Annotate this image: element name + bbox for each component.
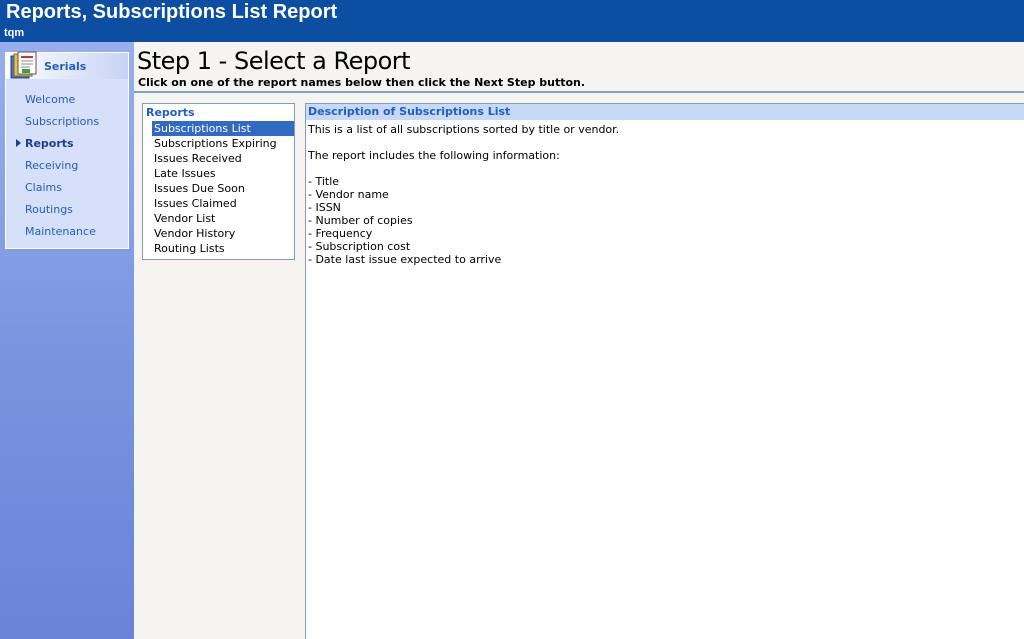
window-title: Reports, Subscriptions List Report	[6, 1, 338, 23]
active-arrow-icon	[16, 139, 21, 147]
description-field: - Frequency	[308, 227, 373, 240]
report-item-issues-received[interactable]: Issues Received	[152, 151, 294, 166]
report-item-vendor-history[interactable]: Vendor History	[152, 226, 294, 241]
description-field: - ISSN	[308, 201, 341, 214]
report-item-late-issues[interactable]: Late Issues	[152, 166, 294, 181]
sidebar: Serials Welcome Subscriptions Reports Re…	[0, 42, 134, 639]
description-header: Description of Subscriptions List	[306, 104, 1024, 120]
user-name: tqm	[4, 27, 25, 39]
report-item-issues-due-soon[interactable]: Issues Due Soon	[152, 181, 294, 196]
description-intro: This is a list of all subscriptions sort…	[308, 123, 620, 136]
serials-label: Serials	[44, 60, 87, 73]
sidebar-item-label: Reports	[25, 137, 74, 150]
report-item-issues-claimed[interactable]: Issues Claimed	[152, 196, 294, 211]
report-item-subscriptions-list[interactable]: Subscriptions List	[152, 121, 294, 136]
sidebar-item-reports[interactable]: Reports	[6, 137, 128, 159]
report-item-subscriptions-expiring[interactable]: Subscriptions Expiring	[152, 136, 294, 151]
page-title: Step 1 - Select a Report	[137, 47, 411, 75]
reports-header: Reports	[146, 106, 195, 119]
serials-icon	[10, 51, 37, 79]
description-field: - Vendor name	[308, 188, 389, 201]
instructions-text: Click on one of the report names below t…	[138, 76, 586, 89]
serials-panel: Serials Welcome Subscriptions Reports Re…	[5, 51, 129, 249]
sidebar-item-label: Claims	[25, 181, 62, 194]
report-item-vendor-list[interactable]: Vendor List	[152, 211, 294, 226]
description-field: - Title	[308, 175, 340, 188]
header-divider	[134, 91, 1024, 93]
sidebar-item-label: Subscriptions	[25, 115, 100, 128]
main-content: Step 1 - Select a Report Click on one of…	[134, 42, 1024, 639]
sidebar-item-claims[interactable]: Claims	[6, 181, 128, 203]
sidebar-item-welcome[interactable]: Welcome	[6, 93, 128, 115]
description-field: - Date last issue expected to arrive	[308, 253, 502, 266]
sidebar-item-subscriptions[interactable]: Subscriptions	[6, 115, 128, 137]
description-includes: The report includes the following inform…	[308, 149, 560, 162]
reports-listbox[interactable]: Reports Subscriptions List Subscriptions…	[142, 103, 295, 260]
description-panel: Description of Subscriptions List This i…	[305, 103, 1024, 639]
sidebar-item-routings[interactable]: Routings	[6, 203, 128, 225]
sidebar-item-label: Routings	[25, 203, 73, 216]
sidebar-nav: Welcome Subscriptions Reports Receiving …	[6, 93, 128, 247]
sidebar-item-receiving[interactable]: Receiving	[6, 159, 128, 181]
description-body: This is a list of all subscriptions sort…	[308, 123, 1008, 266]
sidebar-item-label: Receiving	[25, 159, 79, 172]
reports-list: Subscriptions List Subscriptions Expirin…	[152, 121, 294, 256]
sidebar-item-maintenance[interactable]: Maintenance	[6, 225, 128, 247]
title-bar: Reports, Subscriptions List Report tqm	[0, 0, 1024, 42]
description-field: - Subscription cost	[308, 240, 411, 253]
report-item-routing-lists[interactable]: Routing Lists	[152, 241, 294, 256]
sidebar-item-label: Maintenance	[25, 225, 96, 238]
serials-panel-header: Serials	[6, 51, 128, 79]
description-field: - Number of copies	[308, 214, 413, 227]
sidebar-item-label: Welcome	[25, 93, 76, 106]
